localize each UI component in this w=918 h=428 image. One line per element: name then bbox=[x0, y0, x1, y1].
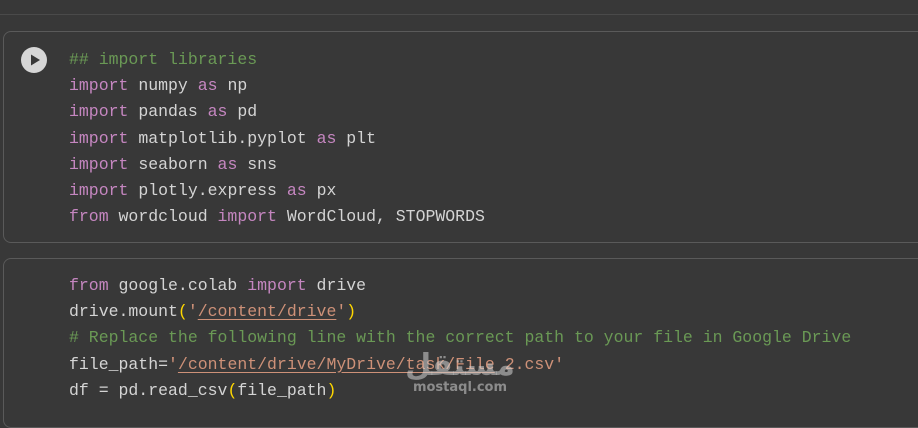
code-token: ' bbox=[187, 302, 198, 322]
code-token: as bbox=[197, 76, 218, 96]
code-token: numpy bbox=[128, 76, 198, 96]
code-token: ## import libraries bbox=[69, 50, 258, 69]
code-token: np bbox=[217, 76, 248, 96]
code-token: plotly.express bbox=[128, 180, 287, 200]
code-line: import numpy as np bbox=[69, 73, 485, 99]
code-token: pandas bbox=[128, 102, 208, 122]
code-token: from bbox=[69, 276, 109, 295]
code-line: import seaborn as sns bbox=[69, 152, 485, 178]
top-divider bbox=[0, 14, 918, 15]
code-token: sns bbox=[237, 154, 277, 174]
code-line: file_path='/content/drive/MyDrive/task/F… bbox=[69, 352, 851, 378]
code-token: 2.csv' bbox=[494, 354, 565, 374]
code-line: drive.mount('/content/drive') bbox=[69, 299, 851, 325]
code-token: import bbox=[69, 128, 129, 148]
code-token: ' bbox=[168, 354, 178, 374]
code-cell-1[interactable]: ## import libraries import numpy as np imp… bbox=[3, 31, 918, 243]
code-line: import plotly.express as px bbox=[69, 178, 485, 204]
code-editor[interactable]: ## import libraries import numpy as np imp… bbox=[69, 47, 485, 230]
code-token: as bbox=[286, 180, 307, 200]
code-line: from wordcloud import WordCloud, STOPWOR… bbox=[69, 204, 485, 230]
code-line: ## import libraries bbox=[69, 47, 485, 73]
code-token: pd bbox=[227, 102, 258, 122]
code-token: # Replace the following line with the co… bbox=[69, 328, 852, 348]
code-line: from google.colab import drive bbox=[69, 273, 851, 299]
code-token: ) bbox=[346, 302, 357, 322]
code-token: ( bbox=[177, 302, 188, 322]
code-token: /content/drive/MyDrive/task/File bbox=[177, 354, 495, 374]
code-token: matplotlib.pyplot bbox=[128, 128, 317, 148]
code-line: # Replace the following line with the co… bbox=[69, 325, 851, 351]
code-token: import bbox=[69, 76, 129, 96]
code-token: plt bbox=[336, 128, 376, 148]
code-token: seaborn bbox=[128, 154, 218, 174]
code-token: drive.mount bbox=[69, 302, 178, 322]
code-token: wordcloud bbox=[108, 207, 218, 227]
code-token: from bbox=[69, 207, 109, 227]
code-line: import pandas as pd bbox=[69, 99, 485, 125]
code-cell-2[interactable]: from google.colab import drive drive.moun… bbox=[3, 258, 918, 428]
code-token: import bbox=[247, 276, 307, 295]
code-token: drive bbox=[306, 276, 367, 295]
code-token: import bbox=[69, 102, 129, 122]
code-token: px bbox=[306, 180, 337, 200]
code-token: ) bbox=[326, 380, 337, 400]
code-token: file_path= bbox=[69, 354, 169, 374]
code-token: ' bbox=[336, 302, 347, 322]
play-icon bbox=[31, 54, 40, 66]
code-token: as bbox=[207, 102, 228, 122]
run-cell-button[interactable] bbox=[21, 47, 47, 73]
code-line: import matplotlib.pyplot as plt bbox=[69, 126, 485, 152]
code-token: df = pd.read_csv bbox=[69, 380, 228, 400]
code-token: import bbox=[217, 207, 277, 227]
code-token: WordCloud, STOPWORDS bbox=[276, 207, 485, 227]
code-token: import bbox=[69, 180, 129, 200]
code-token: ( bbox=[227, 380, 238, 400]
code-token: /content/drive bbox=[197, 302, 337, 322]
code-token: google.colab bbox=[108, 276, 248, 295]
code-token: as bbox=[316, 128, 337, 148]
code-editor[interactable]: from google.colab import drive drive.moun… bbox=[69, 273, 851, 404]
code-token: as bbox=[217, 154, 238, 174]
code-line: df = pd.read_csv(file_path) bbox=[69, 378, 851, 404]
code-token: import bbox=[69, 154, 129, 174]
code-token: file_path bbox=[237, 380, 327, 400]
